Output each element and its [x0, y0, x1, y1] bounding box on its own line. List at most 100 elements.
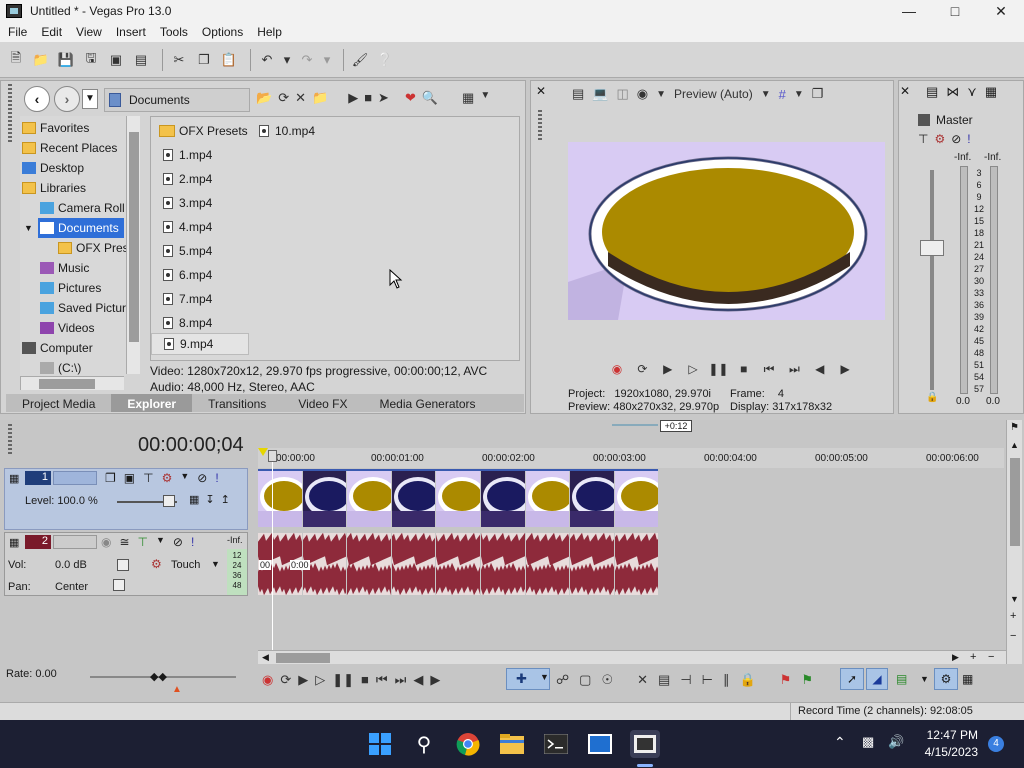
delete-icon[interactable]: ✕: [295, 90, 306, 106]
properties-icon[interactable]: ▤: [131, 50, 151, 70]
video-event-thumbnail[interactable]: [570, 469, 614, 527]
video-event-thumbnail[interactable]: [481, 469, 525, 527]
open-folder-icon[interactable]: 📁: [31, 50, 51, 70]
tab-media-generators[interactable]: Media Generators: [363, 394, 491, 412]
refresh-icon[interactable]: ⟳: [278, 90, 289, 106]
loop-icon[interactable]: ⟳: [631, 362, 653, 376]
trim-start-icon[interactable]: ⊣: [680, 672, 691, 688]
automation-mode[interactable]: Touch: [171, 559, 200, 571]
volume-icon[interactable]: 🔊: [888, 734, 904, 750]
overlays-icon[interactable]: #: [779, 87, 786, 102]
pause-button[interactable]: ❚❚: [332, 672, 354, 688]
marker-flag-icon[interactable]: ⚑: [1010, 422, 1019, 433]
tab-transitions[interactable]: Transitions: [192, 394, 282, 412]
collapse-audio-track-icon[interactable]: ▦: [9, 536, 19, 549]
master-lock-icon[interactable]: 🔒: [926, 392, 938, 403]
record-button[interactable]: ◉: [262, 672, 273, 688]
playhead[interactable]: [272, 452, 273, 652]
auto-ripple-button[interactable]: ➚: [840, 668, 864, 690]
next-frame-button[interactable]: ▶: [430, 672, 440, 688]
tree-item-pictures[interactable]: Pictures: [40, 278, 101, 298]
chrome-icon[interactable]: [454, 730, 482, 758]
file-item[interactable]: 3.mp4: [163, 193, 212, 213]
meter-options-icon[interactable]: ▦: [985, 84, 997, 100]
views-icon[interactable]: ▦: [462, 90, 474, 106]
app-window-icon[interactable]: [586, 730, 614, 758]
tab-video-fx[interactable]: Video FX: [282, 394, 363, 412]
show-hidden-icons-icon[interactable]: ⌃: [834, 734, 846, 751]
zoom-out-horizontal-icon[interactable]: −: [988, 651, 994, 663]
stop-preview-icon[interactable]: ■: [364, 90, 372, 106]
parent-compositing-icon[interactable]: ▣: [124, 471, 135, 485]
mixer-properties-icon[interactable]: ▤: [926, 84, 938, 100]
history-dropdown-icon[interactable]: ▼: [82, 89, 98, 109]
audio-solo-icon[interactable]: !: [191, 535, 194, 549]
master-fx-icon[interactable]: ⚙: [934, 132, 945, 146]
back-button[interactable]: ‹: [24, 86, 50, 112]
video-event-thumbnail[interactable]: [614, 469, 659, 527]
add-favorite-icon[interactable]: ❤: [405, 90, 416, 106]
arm-record-icon[interactable]: ◉: [101, 535, 111, 549]
snapping-icon[interactable]: ▤: [896, 672, 907, 686]
menu-file[interactable]: File: [8, 25, 27, 39]
stop-icon[interactable]: ■: [733, 362, 755, 376]
menu-edit[interactable]: Edit: [41, 25, 62, 39]
file-item[interactable]: 10.mp4: [259, 121, 315, 141]
playhead-handle[interactable]: [268, 450, 277, 462]
invert-phase-icon[interactable]: ≅: [119, 535, 129, 549]
video-track-lane[interactable]: [258, 469, 660, 527]
preview-mode[interactable]: Preview (Auto): [674, 87, 753, 101]
tree-item-favorites[interactable]: Favorites: [22, 118, 89, 138]
clock-date[interactable]: 4/15/2023: [918, 745, 978, 759]
tree-item-saved-pictures[interactable]: Saved Pictur: [40, 298, 126, 318]
lock-events-icon[interactable]: 🔒: [739, 672, 755, 688]
file-item[interactable]: 6.mp4: [163, 265, 212, 285]
master-solo-icon[interactable]: !: [967, 132, 970, 146]
timeline-horizontal-scrollbar[interactable]: ◀ ▶ + −: [258, 650, 1006, 664]
tree-item-libraries[interactable]: Libraries: [22, 178, 86, 198]
expand-documents-icon[interactable]: ▼: [24, 223, 33, 233]
redo-dropdown-icon[interactable]: ▾: [322, 50, 332, 70]
file-item-ofx-presets[interactable]: OFX Presets: [159, 121, 248, 141]
go-to-end-button[interactable]: ⏭: [395, 672, 407, 688]
master-mute-icon[interactable]: ⊘: [951, 132, 961, 146]
quality-dropdown-icon[interactable]: ▼: [656, 89, 666, 100]
loop-playback-button[interactable]: ⟳: [280, 672, 291, 688]
menu-help[interactable]: Help: [257, 25, 282, 39]
automation-icon[interactable]: ⚙: [151, 557, 162, 571]
file-item[interactable]: 1.mp4: [163, 145, 212, 165]
event-pan-crop-icon[interactable]: ▦: [962, 672, 973, 686]
audio-event-waveform[interactable]: [614, 533, 659, 595]
mono-icon[interactable]: ⋎: [967, 84, 977, 100]
explorer-path[interactable]: Documents: [104, 88, 250, 112]
record-icon[interactable]: ◉: [606, 362, 628, 376]
start-button[interactable]: [366, 730, 394, 758]
new-file-icon[interactable]: 🗎: [6, 50, 26, 70]
audio-track-header[interactable]: ▦ 2 ◉ ≅ ⊤ ▼ ⊘ ! -Inf. Vol: 0.0 dB ⚙ Touc…: [4, 532, 248, 596]
edit-tool-dropdown-icon[interactable]: ▼: [540, 672, 549, 682]
master-close-icon[interactable]: ✕: [900, 84, 910, 98]
audio-event-waveform[interactable]: [481, 533, 525, 595]
explorer-grip[interactable]: [8, 84, 12, 144]
search-icon[interactable]: ⚲: [410, 730, 438, 758]
maximize-button[interactable]: □: [932, 0, 978, 22]
zoom-in-horizontal-icon[interactable]: +: [970, 651, 976, 663]
views-dropdown-icon[interactable]: ▼: [480, 90, 490, 106]
delete-clip-icon[interactable]: ✕: [637, 672, 648, 688]
tree-item-camera-roll[interactable]: Camera Roll: [40, 198, 125, 218]
cut-icon[interactable]: ✂: [169, 50, 189, 70]
play-button[interactable]: ▷: [315, 672, 325, 688]
file-item[interactable]: 4.mp4: [163, 217, 212, 237]
tree-item-ofx-presets[interactable]: OFX Pres: [58, 238, 126, 258]
track-fx-dropdown-icon[interactable]: ▼: [180, 471, 189, 485]
tree-vertical-scrollbar[interactable]: [126, 116, 140, 374]
audio-mute-icon[interactable]: ⊘: [173, 535, 183, 549]
tree-scroll-thumb[interactable]: [129, 132, 139, 342]
vertical-scroll-thumb[interactable]: [1010, 458, 1020, 546]
overlays-dropdown-icon[interactable]: ▼: [794, 89, 804, 100]
terminal-icon[interactable]: [542, 730, 570, 758]
video-event-thumbnail[interactable]: [391, 469, 436, 527]
audio-track-name-field[interactable]: [53, 535, 97, 549]
compositing-mode-icon[interactable]: ❐: [105, 471, 116, 485]
downmix-icon[interactable]: ⋈: [946, 84, 959, 100]
